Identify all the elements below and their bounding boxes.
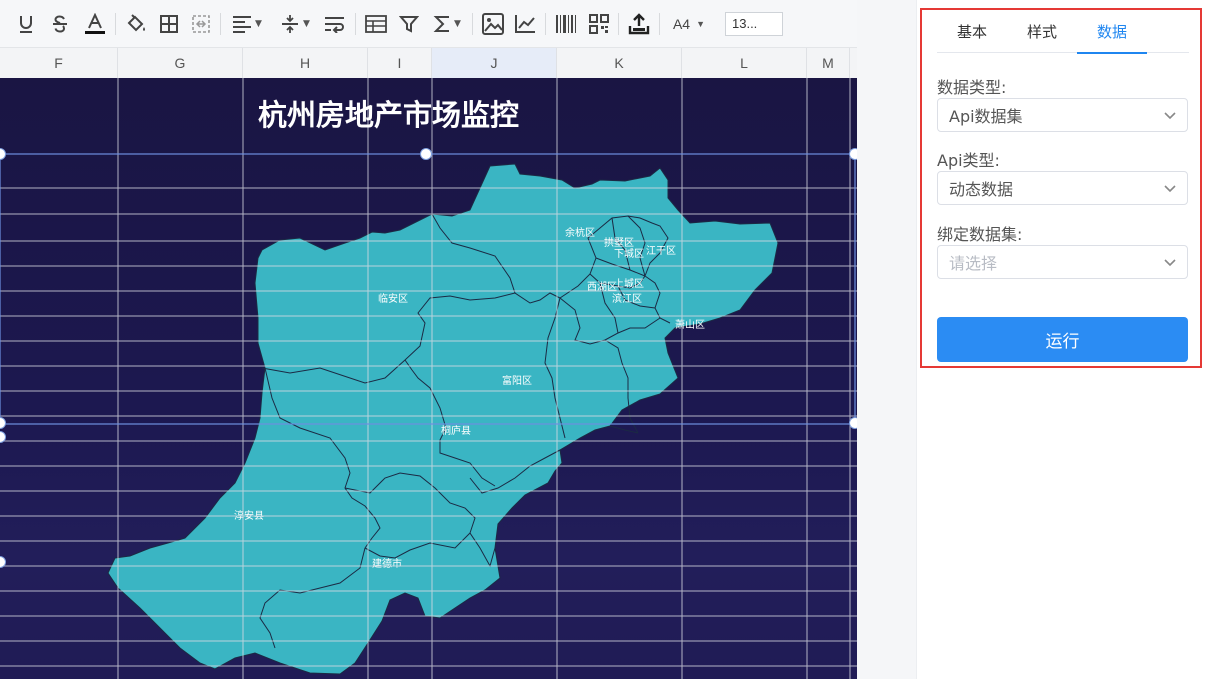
toolbar-divider xyxy=(472,12,473,35)
column-header[interactable]: G xyxy=(118,48,243,78)
resize-handle[interactable] xyxy=(420,148,432,160)
column-header[interactable]: F xyxy=(0,48,118,78)
toolbar-divider xyxy=(659,12,660,35)
font-size-input[interactable]: 13... xyxy=(725,11,783,36)
font-size-value: 13... xyxy=(732,16,758,31)
border-icon[interactable] xyxy=(157,9,181,39)
column-header-row: F G H I J K L M xyxy=(0,48,857,79)
toolbar-divider xyxy=(545,12,546,35)
toolbar: ▼ ▼ ▼ A4 ▼ 13... xyxy=(0,0,857,48)
merge-cells-icon[interactable] xyxy=(189,9,213,39)
wrap-text-icon[interactable] xyxy=(322,9,348,39)
column-header[interactable]: K xyxy=(557,48,682,78)
column-header[interactable]: J xyxy=(432,48,557,78)
toolbar-divider xyxy=(355,12,356,35)
report-title: 杭州房地产市场监控 xyxy=(257,98,519,132)
chart-icon[interactable] xyxy=(512,9,538,39)
filter-icon[interactable] xyxy=(397,9,421,39)
column-header[interactable]: L xyxy=(682,48,807,78)
upload-icon[interactable] xyxy=(626,9,652,39)
cell-grid xyxy=(0,78,857,679)
report-canvas[interactable]: 余杭区 拱墅区 下城区 江干区 西湖区 上城区 滨江区 萧山区 临安区 富阳区 … xyxy=(0,78,857,679)
fill-color-icon[interactable] xyxy=(123,9,149,39)
column-header[interactable]: I xyxy=(368,48,432,78)
align-icon[interactable]: ▼ xyxy=(228,9,266,39)
font-color-icon[interactable] xyxy=(82,9,108,39)
column-header[interactable]: M xyxy=(807,48,850,78)
resize-handle[interactable] xyxy=(849,148,857,160)
qrcode-icon[interactable] xyxy=(587,9,611,39)
column-header[interactable]: H xyxy=(243,48,368,78)
table-icon[interactable] xyxy=(363,9,389,39)
underline-icon[interactable] xyxy=(14,9,38,39)
barcode-icon[interactable] xyxy=(553,9,579,39)
toolbar-divider xyxy=(618,12,619,35)
toolbar-divider xyxy=(220,12,221,35)
paper-size-value: A4 xyxy=(672,15,691,32)
image-icon[interactable] xyxy=(480,9,506,39)
highlight-box xyxy=(920,8,1202,368)
vertical-align-icon[interactable]: ▼ xyxy=(276,9,314,39)
resize-handle[interactable] xyxy=(849,417,857,429)
sum-icon[interactable]: ▼ xyxy=(429,9,465,39)
paper-size-select[interactable]: A4 ▼ xyxy=(667,9,711,39)
toolbar-divider xyxy=(115,12,116,35)
selection-frame xyxy=(0,153,856,425)
strikethrough-icon[interactable] xyxy=(48,9,72,39)
